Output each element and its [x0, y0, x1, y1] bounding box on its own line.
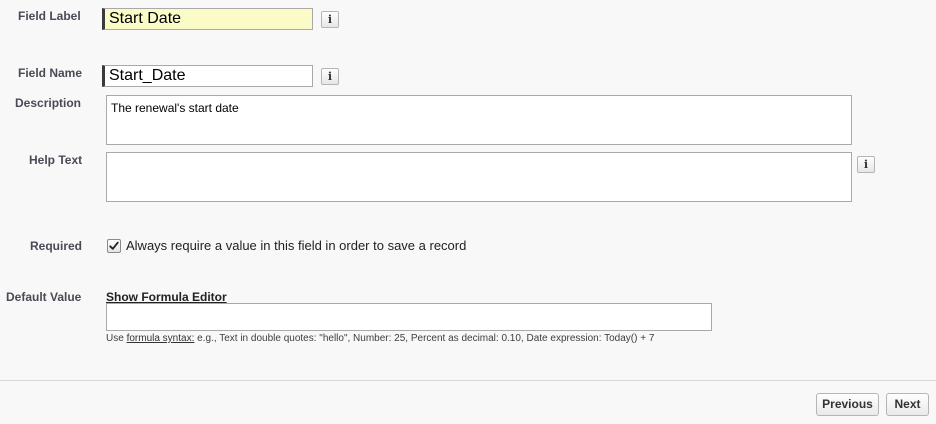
footer: Previous Next [0, 381, 936, 424]
previous-button[interactable]: Previous [816, 393, 879, 416]
required-checkbox-text: Always require a value in this field in … [126, 238, 467, 253]
formula-syntax-link[interactable]: formula syntax: [127, 333, 195, 344]
field-name-label: Field Name [18, 66, 83, 80]
description-textarea[interactable]: The renewal's start date [106, 95, 852, 145]
page: Field Label Start Date i Field Name Star… [0, 0, 936, 424]
hint-prefix: Use [106, 333, 127, 344]
default-value-input[interactable] [106, 303, 712, 331]
checkmark-icon [109, 241, 119, 250]
help-text-label: Help Text [29, 153, 83, 167]
help-text-info-icon[interactable]: i [857, 156, 875, 173]
default-value-label: Default Value [6, 290, 82, 304]
show-formula-editor-link[interactable]: Show Formula Editor [106, 290, 227, 304]
field-label-input[interactable]: Start Date [102, 8, 313, 30]
description-label: Description [15, 96, 82, 110]
field-name-input[interactable]: Start_Date [102, 65, 313, 87]
formula-syntax-hint: Use formula syntax: e.g., Text in double… [106, 333, 722, 344]
hint-suffix: e.g., Text in double quotes: "hello", Nu… [194, 333, 655, 344]
required-checkbox[interactable] [107, 239, 121, 253]
field-name-info-icon[interactable]: i [321, 68, 339, 85]
required-label: Required [30, 239, 83, 253]
field-label-info-icon[interactable]: i [321, 11, 339, 28]
help-text-textarea[interactable] [106, 152, 852, 202]
field-label-label: Field Label [18, 9, 81, 23]
next-button[interactable]: Next [886, 393, 929, 416]
